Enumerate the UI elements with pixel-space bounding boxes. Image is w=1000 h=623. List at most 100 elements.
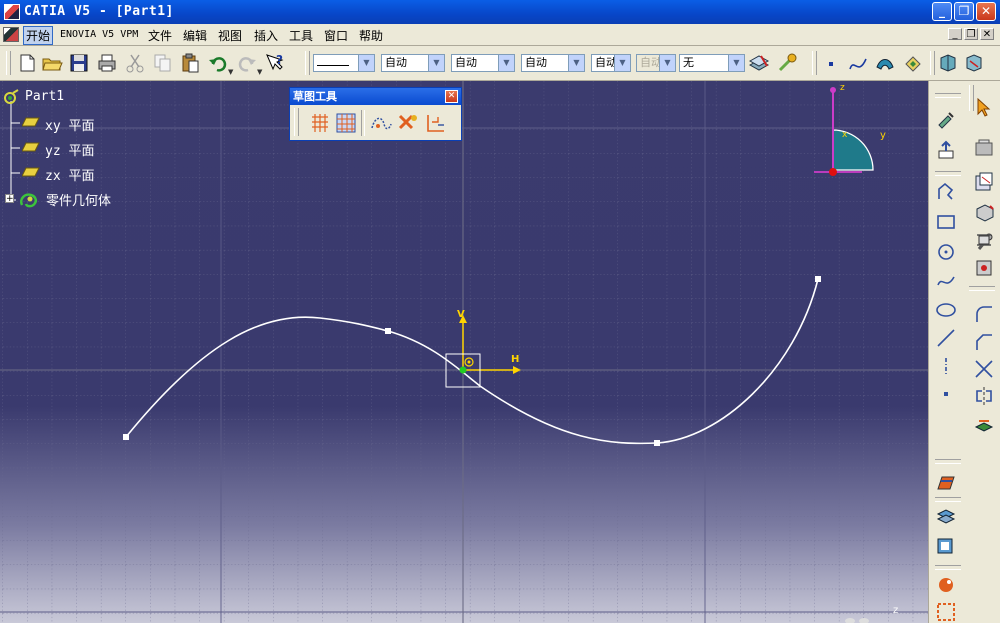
print-icon[interactable]: [96, 52, 118, 74]
restore-button[interactable]: ❐: [954, 2, 974, 21]
new-file-icon[interactable]: [16, 52, 38, 74]
hole-icon[interactable]: [973, 257, 995, 279]
exit-workbench-icon[interactable]: [937, 52, 959, 74]
open-folder-icon[interactable]: [41, 52, 63, 74]
copy-icon[interactable]: [152, 52, 174, 74]
minimize-button[interactable]: _: [932, 2, 952, 21]
redo-icon[interactable]: [236, 52, 258, 74]
rectangle-icon[interactable]: [935, 211, 957, 233]
menu-window[interactable]: 窗口: [324, 27, 348, 44]
pad-icon[interactable]: [973, 201, 995, 223]
tree-item-yz-plane[interactable]: yz 平面: [45, 140, 94, 159]
update-icon[interactable]: [935, 505, 957, 527]
tree-item-body[interactable]: 零件几何体: [46, 190, 111, 209]
transparency-combo[interactable]: 自动 ▼: [451, 54, 515, 72]
spline-control-point[interactable]: [123, 434, 129, 440]
sketch-analysis-icon[interactable]: [973, 171, 995, 193]
undo-dropdown-icon[interactable]: ▼: [228, 68, 233, 76]
sweep-surface-icon[interactable]: [874, 52, 896, 74]
multi-view-icon[interactable]: [935, 535, 957, 557]
layer-combo[interactable]: 无 ▼: [679, 54, 745, 72]
tree-item-part1[interactable]: Part1: [25, 89, 64, 104]
mdi-minimize-button[interactable]: _: [948, 28, 962, 40]
line-icon[interactable]: [935, 327, 957, 349]
redo-dropdown-icon[interactable]: ▼: [257, 68, 262, 76]
corner-icon[interactable]: [973, 303, 995, 325]
sketch-tools-title[interactable]: 草图工具 ✕: [290, 88, 461, 105]
apply-material-icon[interactable]: [935, 573, 957, 595]
menu-start[interactable]: 开始: [23, 26, 54, 45]
sketch-workbench-icon[interactable]: [963, 52, 985, 74]
publication-icon[interactable]: [973, 137, 995, 159]
profile-icon[interactable]: [935, 181, 957, 203]
expand-icon[interactable]: +: [5, 194, 14, 204]
line-weight-combo[interactable]: 自动 ▼: [521, 54, 585, 72]
origin-point[interactable]: [459, 366, 467, 374]
plane-icon[interactable]: [22, 167, 40, 177]
dropdown-arrow-icon[interactable]: ▼: [498, 55, 514, 71]
project-3d-elements-icon[interactable]: [973, 413, 995, 435]
mirror-icon[interactable]: [973, 385, 995, 407]
dropdown-arrow-icon[interactable]: ▼: [568, 55, 584, 71]
menu-edit[interactable]: 编辑: [183, 27, 207, 44]
copy-object-format-icon[interactable]: [776, 52, 798, 74]
point-tool-icon[interactable]: [935, 383, 957, 405]
toolbar-grip[interactable]: [305, 51, 310, 75]
graphics-viewport[interactable]: z x y V H z Part1 xy 平面 yz 平面 zx 平面 + 零件…: [0, 81, 928, 623]
menu-tools[interactable]: 工具: [289, 27, 313, 44]
plane-icon[interactable]: [22, 117, 40, 127]
grid-icon[interactable]: [309, 112, 331, 134]
measure-icon[interactable]: [935, 599, 957, 621]
spline-control-point[interactable]: [385, 328, 391, 334]
dropdown-arrow-icon[interactable]: ▼: [614, 55, 630, 71]
extract-icon[interactable]: [902, 52, 924, 74]
dimensional-constraints-icon[interactable]: [424, 112, 448, 134]
toolbar-grip[interactable]: [812, 51, 817, 75]
undo-icon[interactable]: [207, 52, 229, 74]
dropdown-arrow-icon[interactable]: ▼: [728, 55, 744, 71]
snap-to-point-icon[interactable]: [335, 112, 357, 134]
document-icon[interactable]: [3, 27, 19, 42]
exit-sketch-icon[interactable]: [935, 139, 957, 161]
circle-icon[interactable]: [935, 241, 957, 263]
sketcher-icon[interactable]: [935, 109, 957, 131]
plane-icon[interactable]: [22, 142, 40, 152]
color-combo[interactable]: 自动 ▼: [381, 54, 445, 72]
save-icon[interactable]: [68, 52, 90, 74]
tree-item-xy-plane[interactable]: xy 平面: [45, 115, 94, 134]
menu-file[interactable]: 文件: [148, 27, 172, 44]
whats-this-help-icon[interactable]: ?: [264, 52, 286, 74]
tree-item-zx-plane[interactable]: zx 平面: [45, 165, 94, 184]
palette-close-button[interactable]: ✕: [445, 90, 458, 103]
menu-help[interactable]: 帮助: [359, 27, 383, 44]
menu-view[interactable]: 视图: [218, 27, 242, 44]
line-style-combo[interactable]: 自动 ▼: [591, 54, 631, 72]
trim-icon[interactable]: [973, 358, 995, 380]
toolbar-grip[interactable]: [6, 51, 11, 75]
menu-insert[interactable]: 插入: [254, 27, 278, 44]
geometric-constraints-icon[interactable]: [396, 112, 420, 134]
paste-icon[interactable]: [179, 52, 201, 74]
dropdown-arrow-icon[interactable]: ▼: [428, 55, 444, 71]
part-icon[interactable]: [3, 89, 21, 105]
spline-icon[interactable]: [847, 52, 869, 74]
shaft-icon[interactable]: [973, 229, 995, 251]
point-icon[interactable]: [820, 52, 842, 74]
dropdown-arrow-icon[interactable]: ▼: [358, 55, 374, 71]
palette-grip[interactable]: [294, 108, 299, 136]
mdi-restore-button[interactable]: ❐: [964, 28, 978, 40]
layer-filter-icon[interactable]: [748, 52, 770, 74]
axis-icon[interactable]: [935, 355, 957, 377]
spline-tool-icon[interactable]: [935, 269, 957, 291]
line-type-combo[interactable]: ▼: [313, 54, 375, 72]
cut-icon[interactable]: [124, 52, 146, 74]
toolbar-grip[interactable]: [930, 51, 935, 75]
spline-control-point[interactable]: [815, 276, 821, 282]
spline-control-point[interactable]: [654, 440, 660, 446]
close-button[interactable]: ✕: [976, 2, 996, 21]
part-body-icon[interactable]: [18, 189, 40, 209]
mdi-close-button[interactable]: ✕: [980, 28, 994, 40]
ellipse-icon[interactable]: [935, 299, 957, 321]
menu-enovia[interactable]: ENOVIA V5 VPM: [60, 29, 138, 40]
construction-element-icon[interactable]: [369, 112, 393, 134]
